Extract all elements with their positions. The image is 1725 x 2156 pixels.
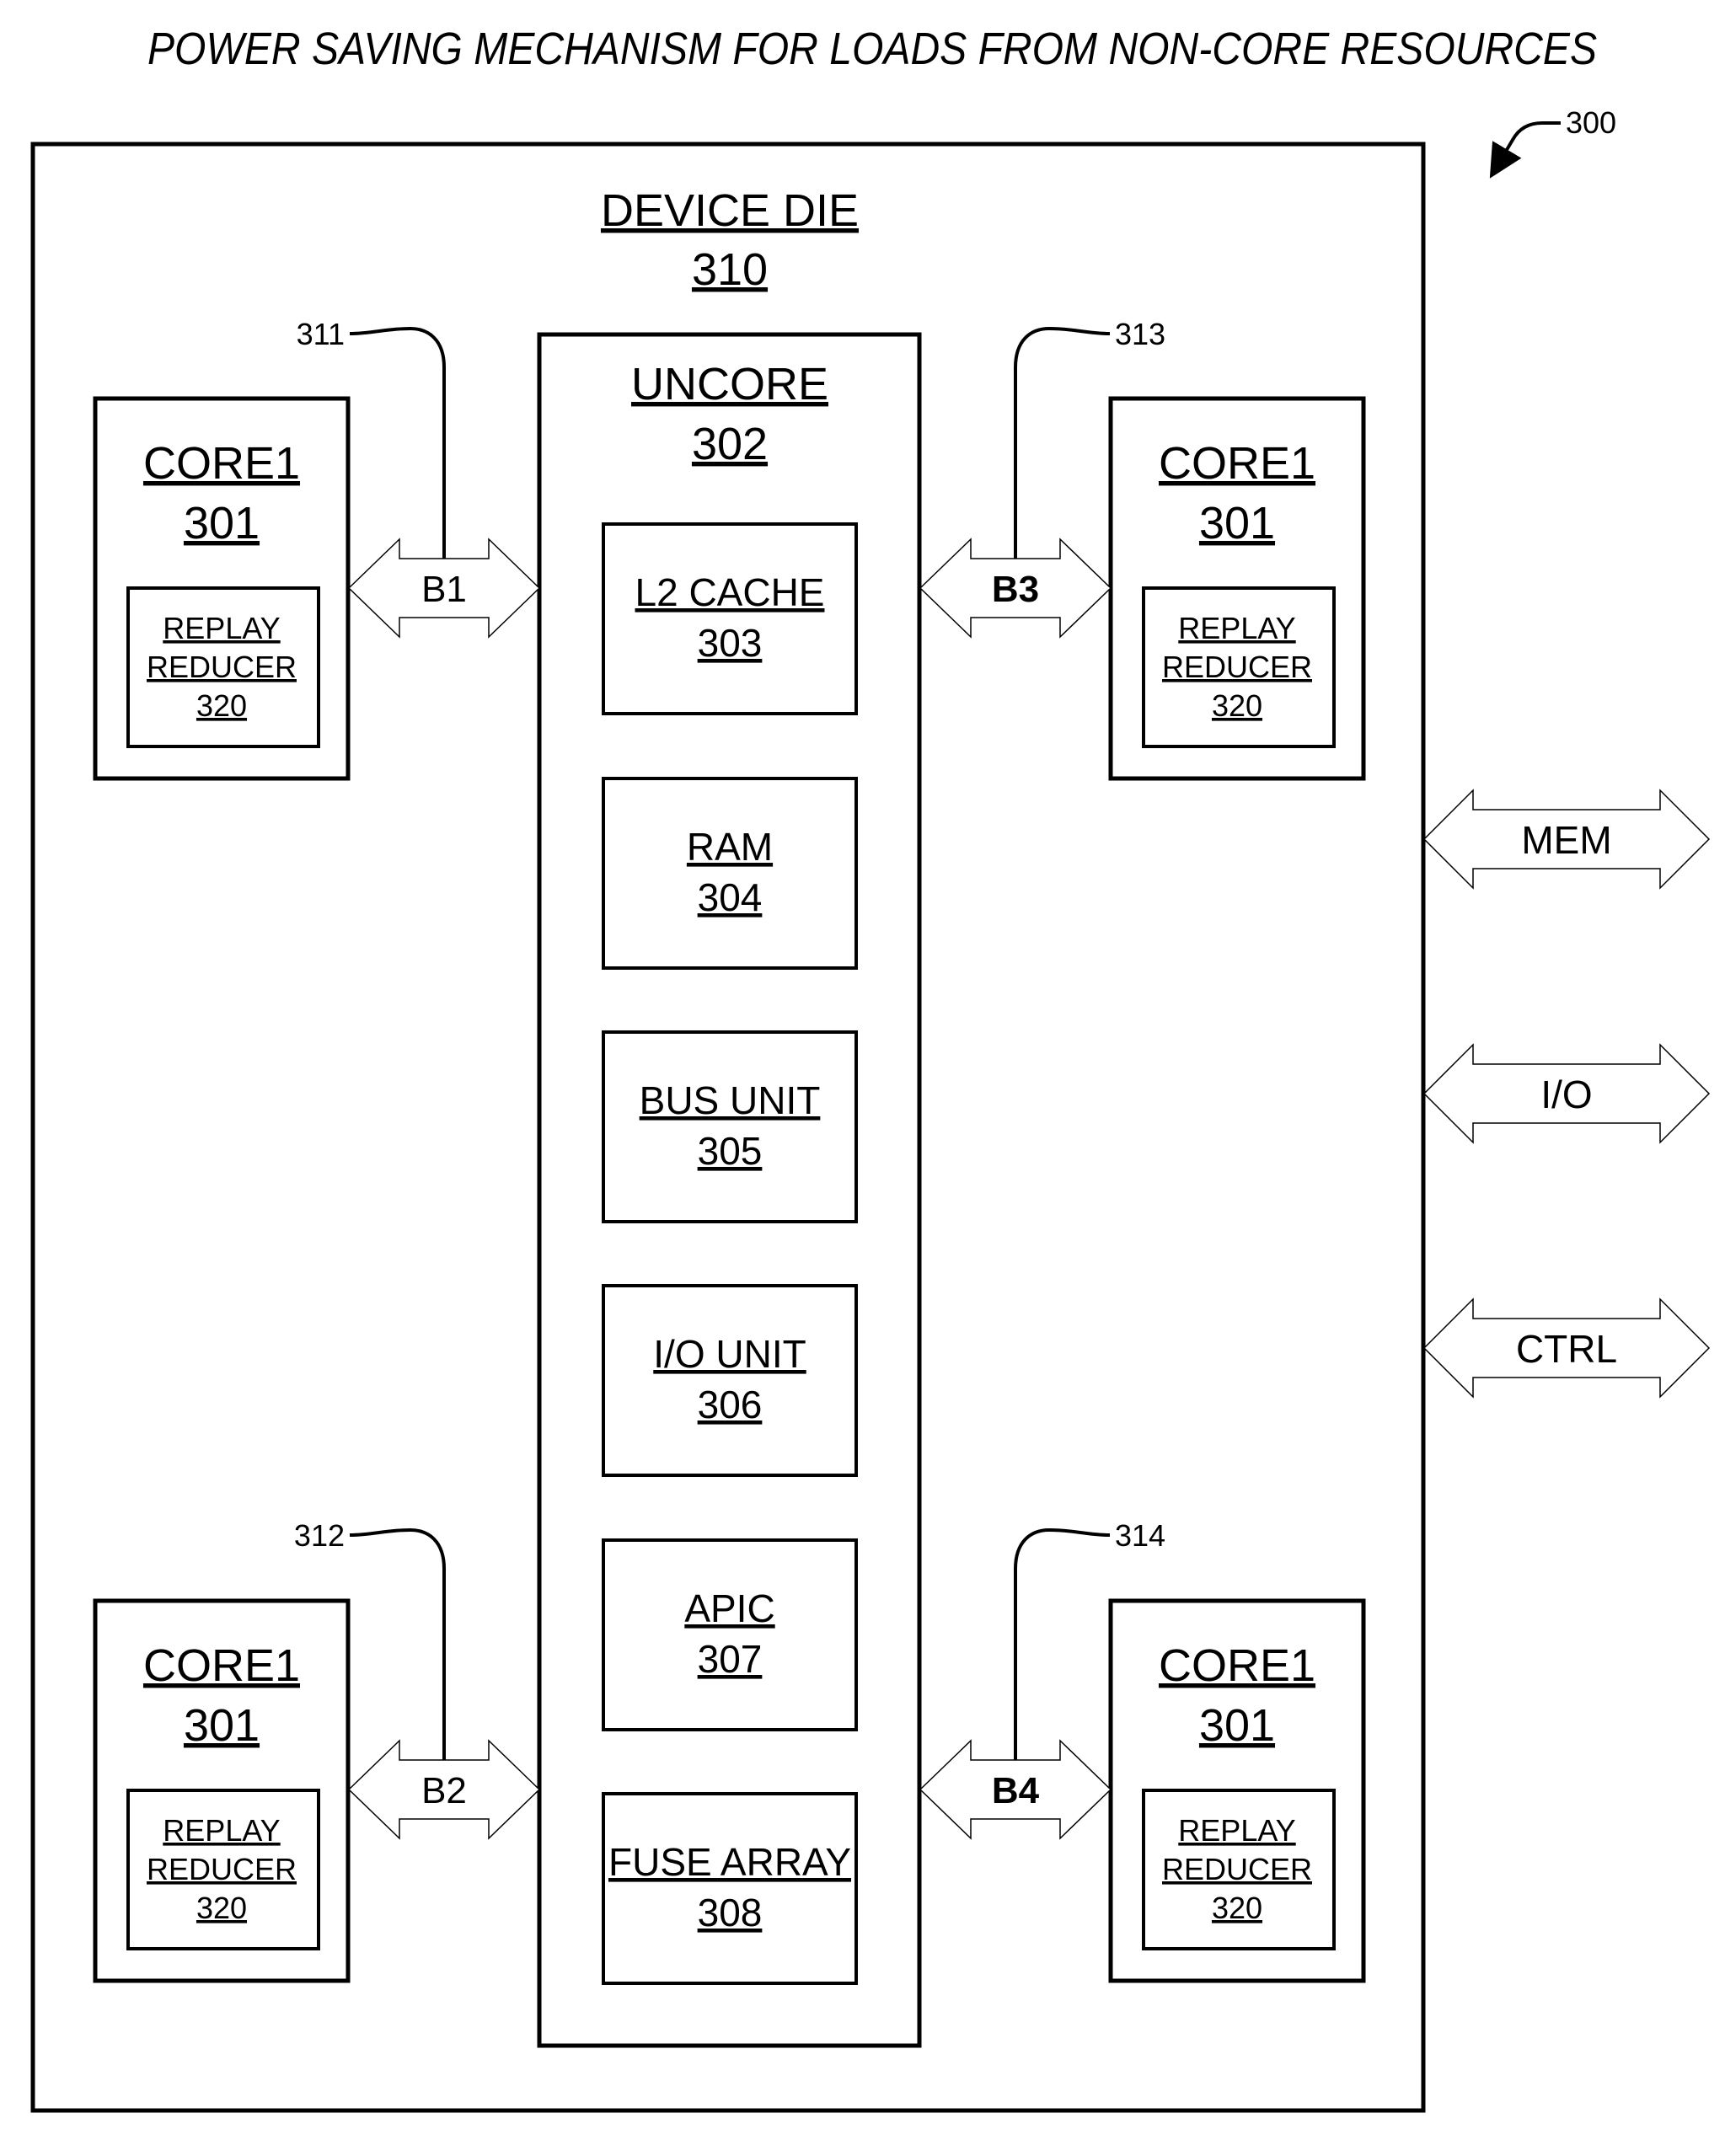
uncore-unit: FUSE ARRAY 308: [602, 1792, 858, 1985]
core-block: CORE1 301 REPLAY REDUCER 320: [93, 396, 351, 781]
core-block: CORE1 301 REPLAY REDUCER 320: [93, 1598, 351, 1983]
replay-reducer-label-line1: REPLAY: [1178, 611, 1295, 645]
uncore-unit-ref: 303: [698, 621, 763, 665]
block-diagram: POWER SAVING MECHANISM FOR LOADS FROM NO…: [30, 24, 1711, 2113]
uncore-unit-ref: 305: [698, 1129, 763, 1173]
replay-reducer-label-line1: REPLAY: [1178, 1813, 1295, 1848]
replay-reducer-label-line1: REPLAY: [163, 1813, 280, 1848]
uncore-unit-label: I/O UNIT: [653, 1332, 806, 1376]
replay-reducer-ref: 320: [196, 1891, 247, 1925]
uncore-unit: I/O UNIT 306: [602, 1284, 858, 1477]
uncore-label: UNCORE: [631, 359, 828, 409]
replay-reducer-label-line2: REDUCER: [1162, 650, 1312, 684]
bus-label: B3: [992, 569, 1039, 610]
device-die-ref: 310: [692, 244, 768, 295]
core-ref: 301: [184, 498, 260, 548]
figure-title: POWER SAVING MECHANISM FOR LOADS FROM NO…: [147, 24, 1597, 74]
uncore-unit-box: [602, 1284, 858, 1477]
external-interface-label: MEM: [1521, 818, 1611, 862]
bus-ref-label: 313: [1115, 317, 1165, 351]
external-interface-label: CTRL: [1516, 1327, 1617, 1371]
uncore-unit-label: RAM: [687, 825, 773, 869]
uncore-unit: BUS UNIT 305: [602, 1030, 858, 1223]
uncore-unit-box: [602, 1792, 858, 1985]
uncore-ref: 302: [692, 419, 768, 469]
uncore-unit-box: [602, 522, 858, 715]
pointer-arrow-icon: [1489, 121, 1561, 179]
core-block: CORE1 301 REPLAY REDUCER 320: [1108, 1598, 1366, 1983]
uncore-unit: APIC 307: [602, 1538, 858, 1731]
bus-label: B2: [421, 1770, 467, 1811]
external-interfaces: MEM I/O CTRL: [1422, 789, 1711, 1399]
external-interface-label: I/O: [1540, 1073, 1592, 1116]
uncore-unit-ref: 304: [698, 875, 763, 919]
replay-reducer-label-line1: REPLAY: [163, 611, 280, 645]
uncore-unit-ref: 308: [698, 1891, 763, 1934]
bus-label: B1: [421, 569, 467, 610]
uncore-unit-ref: 307: [698, 1637, 763, 1681]
external-interface-mem: MEM: [1422, 789, 1711, 890]
bus-label: B4: [992, 1770, 1040, 1811]
replay-reducer-ref: 320: [196, 688, 247, 723]
core-ref: 301: [1199, 1700, 1275, 1751]
core-label: CORE1: [1159, 1640, 1315, 1691]
uncore-unit-label: FUSE ARRAY: [608, 1840, 851, 1884]
core-label: CORE1: [1159, 438, 1315, 489]
core-label: CORE1: [143, 438, 300, 489]
core-ref: 301: [1199, 498, 1275, 548]
uncore-unit-label: APIC: [684, 1586, 774, 1630]
uncore-unit-label: BUS UNIT: [640, 1078, 821, 1122]
uncore-unit: L2 CACHE 303: [602, 522, 858, 715]
uncore-unit-box: [602, 777, 858, 970]
uncore-unit: RAM 304: [602, 777, 858, 970]
uncore-unit-ref: 306: [698, 1383, 763, 1426]
external-interface-ctrl: CTRL: [1422, 1297, 1711, 1399]
uncore-unit-label: L2 CACHE: [635, 570, 825, 614]
replay-reducer-label-line2: REDUCER: [1162, 1852, 1312, 1886]
figure-ref-pointer: 300: [1489, 105, 1616, 179]
bus-ref-label: 314: [1115, 1518, 1165, 1553]
core-ref: 301: [184, 1700, 260, 1751]
external-interface-io: I/O: [1422, 1043, 1711, 1144]
core-label: CORE1: [143, 1640, 300, 1691]
bus-ref-label: 311: [297, 317, 345, 351]
replay-reducer-label-line2: REDUCER: [147, 650, 297, 684]
device-die-label: DEVICE DIE: [601, 185, 859, 236]
uncore-unit-box: [602, 1030, 858, 1223]
uncore-unit-box: [602, 1538, 858, 1731]
replay-reducer-ref: 320: [1212, 688, 1262, 723]
core-block: CORE1 301 REPLAY REDUCER 320: [1108, 396, 1366, 781]
figure-ref-label: 300: [1566, 105, 1616, 140]
replay-reducer-label-line2: REDUCER: [147, 1852, 297, 1886]
replay-reducer-ref: 320: [1212, 1891, 1262, 1925]
bus-ref-label: 312: [294, 1518, 345, 1553]
